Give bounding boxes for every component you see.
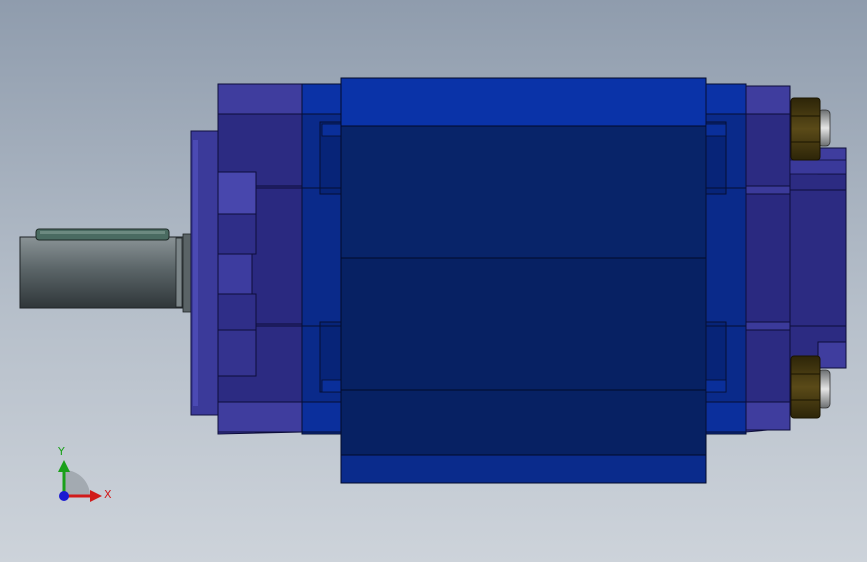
triad-plane-indicator xyxy=(64,470,90,496)
front-end-cap[interactable] xyxy=(217,83,303,435)
rear-spacer[interactable] xyxy=(705,83,747,435)
front-spacer[interactable] xyxy=(301,83,343,435)
rear-end-cap[interactable] xyxy=(745,85,791,433)
graphics-viewport[interactable]: Y X xyxy=(0,0,867,562)
output-shaft[interactable] xyxy=(19,228,192,313)
x-axis-arrowhead xyxy=(90,490,102,502)
z-axis-dot xyxy=(59,491,69,501)
rear-cover-plate[interactable] xyxy=(789,147,847,369)
reference-triad[interactable]: Y X xyxy=(57,445,112,502)
shaft-key[interactable] xyxy=(35,228,170,241)
x-axis-label: X xyxy=(104,488,112,501)
model-view[interactable]: Y X xyxy=(0,0,867,562)
main-housing[interactable] xyxy=(340,77,707,484)
y-axis-label: Y xyxy=(57,445,65,458)
y-axis-arrowhead xyxy=(58,460,70,472)
front-flange[interactable] xyxy=(190,130,220,416)
